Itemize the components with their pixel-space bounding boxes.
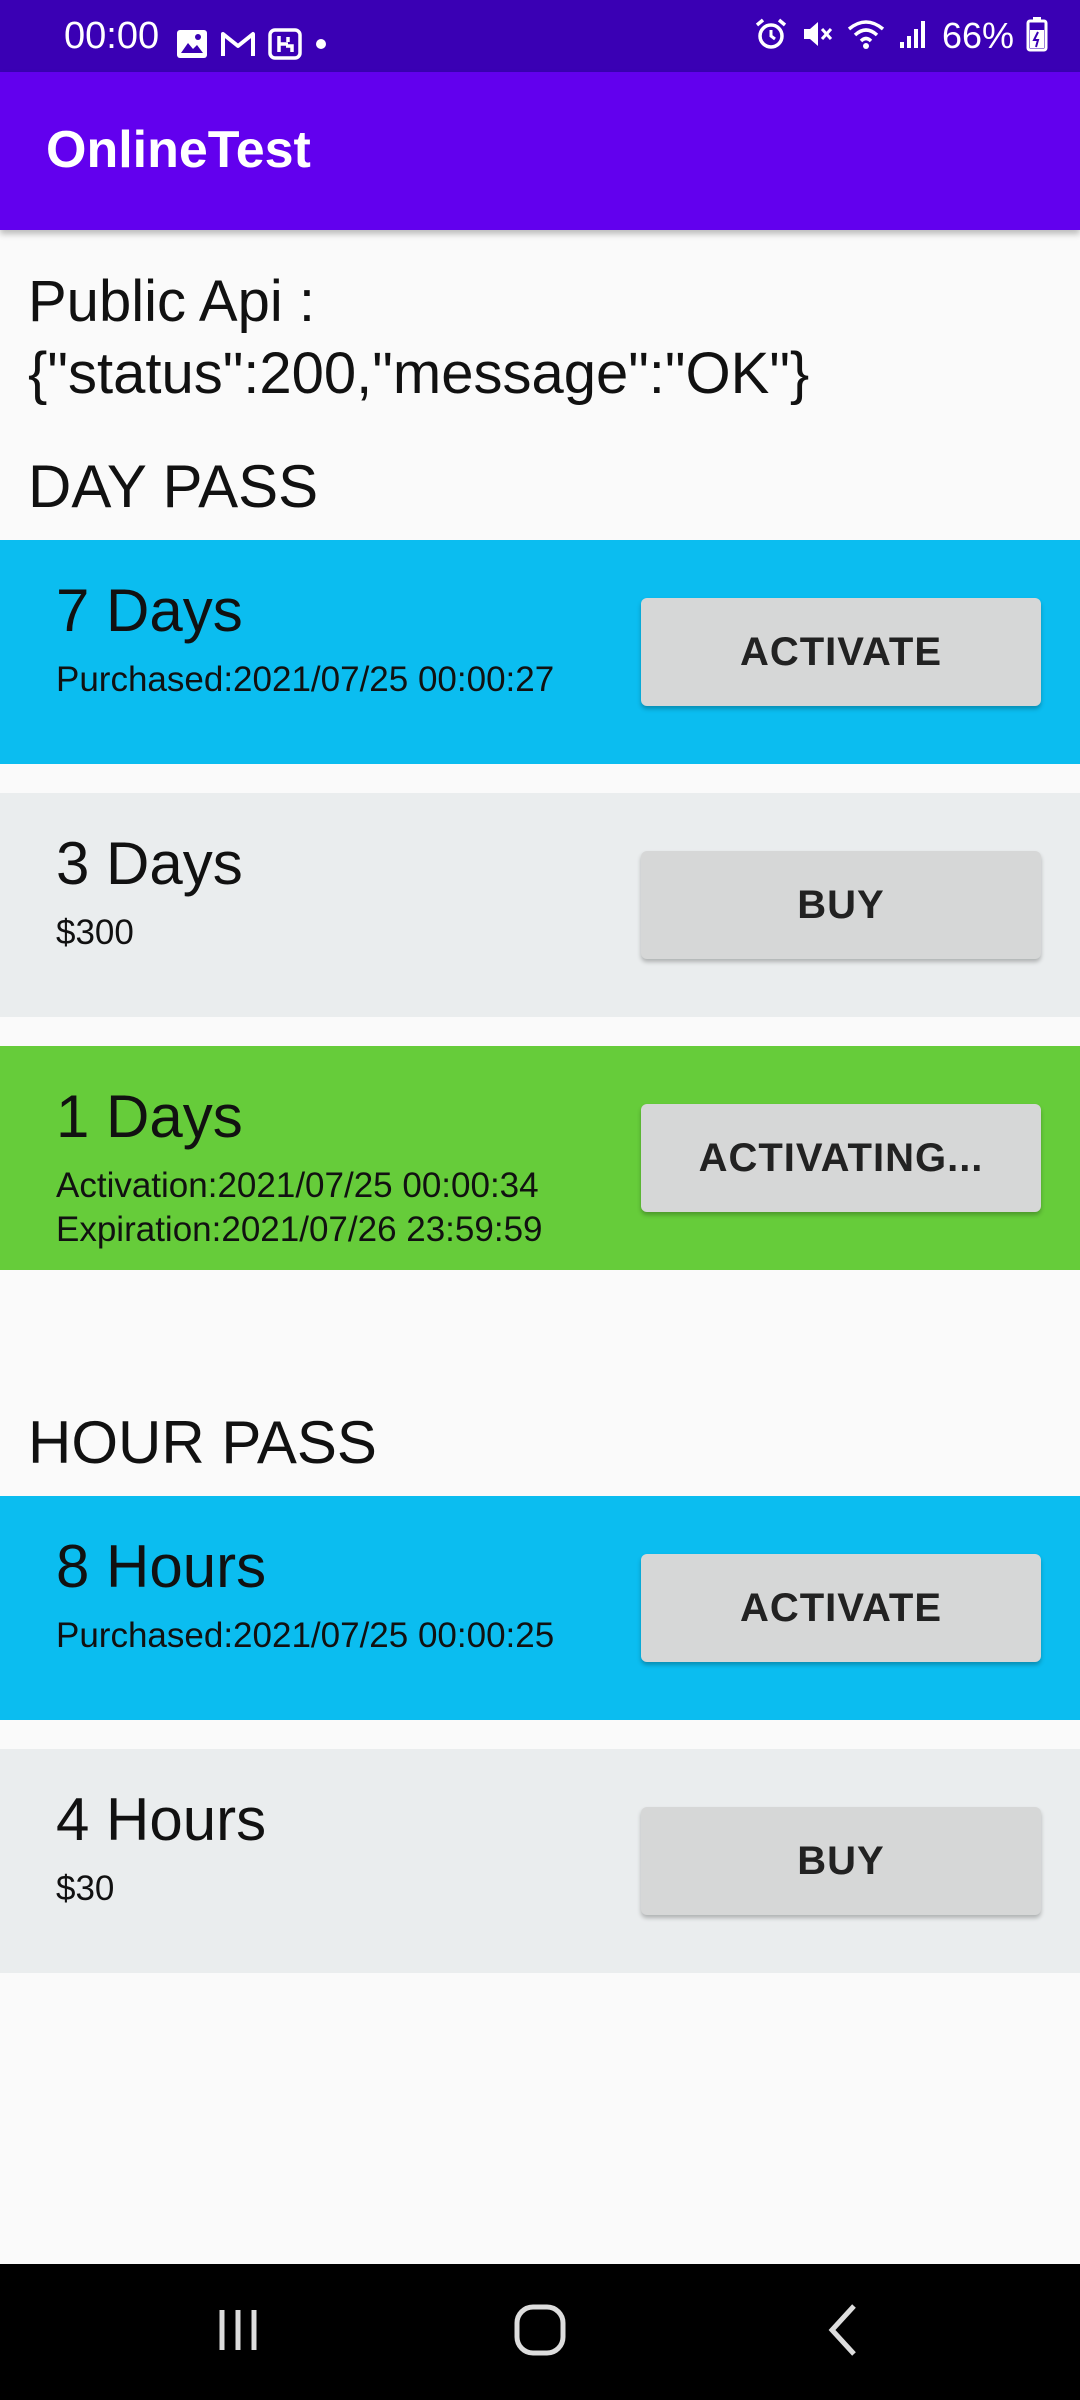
hour-pass-heading: HOUR PASS: [28, 1409, 377, 1476]
api-label: Public Api :: [28, 269, 315, 334]
pass-detail: Purchased:2021/07/25 00:00:25: [56, 1616, 555, 1655]
back-icon: [822, 2302, 862, 2363]
system-icons: 66%: [754, 15, 1048, 57]
navigation-bar: [0, 2264, 1080, 2400]
battery-percent: 66%: [941, 15, 1014, 56]
mute-icon: [800, 17, 834, 56]
pass-card-1-days: 1 Days Activation:2021/07/25 00:00:34 Ex…: [0, 1046, 1080, 1270]
app-icon: [268, 27, 302, 65]
pass-price: $30: [56, 1869, 115, 1908]
pass-price: $300: [56, 913, 134, 952]
home-icon: [512, 2302, 568, 2363]
recents-icon: [214, 2306, 262, 2359]
day-pass-heading: DAY PASS: [28, 453, 319, 520]
recents-button[interactable]: [178, 2264, 298, 2400]
home-button[interactable]: [480, 2264, 600, 2400]
status-bar: 00:00 66%: [0, 0, 1080, 72]
buy-button[interactable]: BUY: [641, 1807, 1041, 1915]
image-icon: [176, 29, 208, 64]
pass-title: 1 Days: [56, 1083, 243, 1150]
pass-card-3-days: 3 Days $300 BUY: [0, 793, 1080, 1017]
battery-icon: [1026, 16, 1048, 57]
notification-icons: [176, 26, 328, 66]
dot-icon: [314, 37, 328, 56]
wifi-icon: [846, 17, 886, 56]
pass-card-4-hours: 4 Hours $30 BUY: [0, 1749, 1080, 1973]
activating-button[interactable]: ACTIVATING...: [641, 1104, 1041, 1212]
pass-card-8-hours: 8 Hours Purchased:2021/07/25 00:00:25 AC…: [0, 1496, 1080, 1720]
pass-title: 8 Hours: [56, 1533, 267, 1600]
pass-expiration: Expiration:2021/07/26 23:59:59: [56, 1210, 543, 1249]
pass-title: 4 Hours: [56, 1786, 267, 1853]
signal-icon: [898, 18, 930, 55]
activate-button[interactable]: ACTIVATE: [641, 598, 1041, 706]
back-button[interactable]: [782, 2264, 902, 2400]
pass-title: 7 Days: [56, 577, 243, 644]
activate-button[interactable]: ACTIVATE: [641, 1554, 1041, 1662]
api-value: {"status":200,"message":"OK"}: [28, 341, 810, 406]
pass-detail: Purchased:2021/07/25 00:00:27: [56, 660, 555, 699]
pass-card-7-days: 7 Days Purchased:2021/07/25 00:00:27 ACT…: [0, 540, 1080, 764]
app-bar: OnlineTest: [0, 72, 1080, 230]
pass-activation: Activation:2021/07/25 00:00:34: [56, 1166, 539, 1205]
app-title: OnlineTest: [46, 121, 311, 179]
alarm-icon: [754, 17, 788, 56]
api-response: Public Api : {"status":200,"message":"OK…: [28, 266, 1028, 410]
status-time: 00:00: [64, 15, 160, 57]
buy-button[interactable]: BUY: [641, 851, 1041, 959]
pass-title: 3 Days: [56, 830, 243, 897]
gmail-icon: [220, 29, 256, 64]
